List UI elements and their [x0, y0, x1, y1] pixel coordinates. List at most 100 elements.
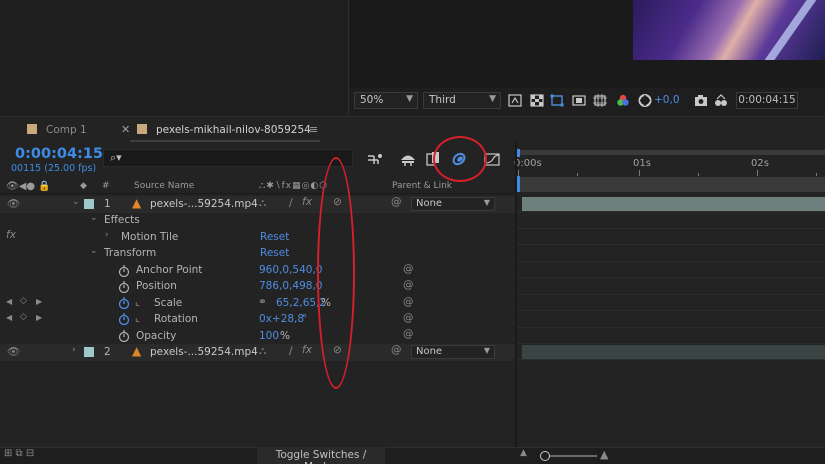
footer-panel-toggle-icons[interactable]: ⊞ ⧉ ⊟ — [4, 448, 34, 459]
property-unit: % — [280, 330, 290, 342]
pickwhip-icon[interactable]: @ — [391, 344, 402, 356]
stopwatch-icon[interactable] — [118, 330, 130, 342]
pickwhip-icon[interactable]: @ — [403, 296, 414, 308]
tab-comp-1[interactable]: Comp 1 — [46, 124, 87, 136]
zoom-in-icon[interactable]: ▲ — [600, 448, 608, 461]
prev-keyframe-icon[interactable]: ◀ — [6, 313, 12, 322]
viewer-toolbar: 50% ▼ Third ▼ +0,0 0:00:04:15 — [350, 88, 825, 114]
constrain-proportions-icon[interactable]: ⚭ — [258, 296, 267, 308]
transparency-grid-icon[interactable] — [530, 94, 544, 107]
zoom-out-icon[interactable]: ▲ — [520, 448, 527, 458]
footage-icon: ▲ — [132, 344, 142, 358]
ruler-tick — [639, 170, 640, 176]
close-icon[interactable]: ✕ — [121, 123, 130, 136]
search-icon: ⌕▾ — [110, 151, 122, 164]
layer-label-color[interactable] — [84, 199, 94, 209]
mask-visibility-icon[interactable] — [550, 94, 564, 107]
reset-link[interactable]: Reset — [260, 247, 289, 259]
shy-switch-icon[interactable]: ⛬ — [259, 197, 266, 210]
quality-switch-icon[interactable]: ∕ — [289, 197, 293, 209]
tab-active-comp[interactable]: pexels-mikhail-nilov-8059254 — [156, 124, 311, 136]
hamburger-menu-icon[interactable]: ≡ — [309, 123, 318, 136]
timeline-zoom-knob[interactable] — [540, 451, 550, 461]
chevron-down-icon: ▼ — [489, 94, 496, 104]
zoom-dropdown[interactable]: 50% ▼ — [354, 92, 418, 109]
timeline-grid-line — [517, 327, 825, 328]
ruler-tick — [757, 170, 758, 176]
region-of-interest-icon[interactable] — [572, 94, 586, 107]
property-value[interactable]: 960,0,540,0 — [259, 264, 322, 276]
effect-switch-icon[interactable]: fx — [302, 344, 312, 356]
add-keyframe-icon[interactable]: ◇ — [20, 296, 27, 306]
reset-link[interactable]: Reset — [260, 231, 289, 243]
eye-icon[interactable]: 👁 — [7, 197, 20, 210]
layer-label-color[interactable] — [84, 347, 94, 357]
viewer-panel-left — [0, 0, 349, 116]
resolution-dropdown[interactable]: Third ▼ — [423, 92, 501, 109]
time-navigator[interactable] — [517, 150, 825, 155]
exposure-value[interactable]: +0,0 — [654, 94, 680, 106]
shy-switch-icon[interactable]: ⛬ — [259, 345, 266, 358]
label-icon[interactable]: ◆ — [80, 181, 87, 191]
chevron-down-icon[interactable]: ⌄ — [90, 213, 98, 223]
stopwatch-icon[interactable] — [118, 281, 130, 293]
fast-previews-icon[interactable] — [508, 94, 522, 107]
effect-switch-icon[interactable]: fx — [302, 196, 312, 208]
snapshot-camera-icon[interactable] — [694, 94, 708, 107]
chevron-down-icon[interactable]: ⌄ — [72, 197, 80, 207]
chevron-right-icon[interactable]: › — [105, 230, 109, 240]
pickwhip-icon[interactable]: @ — [391, 196, 402, 208]
work-area-bar[interactable] — [517, 177, 825, 192]
pickwhip-icon[interactable]: @ — [403, 328, 414, 340]
parent-dropdown[interactable]: None ▼ — [411, 197, 495, 211]
property-unit: ° — [302, 313, 308, 325]
layer-number-header: # — [102, 181, 110, 191]
transform-group-label[interactable]: Transform — [104, 247, 156, 259]
effects-group-label[interactable]: Effects — [104, 214, 140, 226]
layer-duration-bar[interactable] — [522, 345, 825, 359]
shy-layers-icon[interactable] — [399, 151, 417, 167]
layer-name[interactable]: pexels-...59254.mp4 — [150, 198, 258, 210]
timeline-zoom-slider[interactable] — [542, 455, 597, 457]
toggle-switches-modes-button[interactable]: Toggle Switches / Modes — [257, 447, 385, 464]
ruler-tick — [698, 173, 699, 176]
comp-label-swatch — [27, 124, 37, 134]
chevron-right-icon[interactable]: › — [72, 345, 76, 355]
property-value[interactable]: 100 — [259, 330, 279, 342]
pickwhip-icon[interactable]: @ — [403, 263, 414, 275]
layer-search-input[interactable] — [103, 149, 353, 167]
stopwatch-active-icon[interactable] — [118, 313, 130, 325]
parent-link-header[interactable]: Parent & Link — [392, 181, 452, 191]
property-value[interactable]: 0x+28,8 — [259, 313, 304, 325]
quality-switch-icon[interactable]: ∕ — [289, 345, 293, 357]
property-value[interactable]: 786,0,498,0 — [259, 280, 322, 292]
graph-icon[interactable]: ⌞ — [135, 296, 140, 308]
layer-name[interactable]: pexels-...59254.mp4 — [150, 346, 258, 358]
timeline-grid-line — [517, 310, 825, 311]
show-snapshot-icon[interactable] — [714, 94, 728, 107]
prev-keyframe-icon[interactable]: ◀ — [6, 297, 12, 306]
pickwhip-icon[interactable]: @ — [403, 279, 414, 291]
stopwatch-icon[interactable] — [118, 265, 130, 277]
stopwatch-active-icon[interactable] — [118, 297, 130, 309]
viewer-timecode[interactable]: 0:00:04:15 — [736, 92, 798, 109]
layer-index: 1 — [104, 198, 111, 210]
next-keyframe-icon[interactable]: ▶ — [36, 297, 42, 306]
color-channels-icon[interactable] — [616, 94, 630, 107]
current-time-display[interactable]: 0:00:04:15 — [15, 146, 103, 162]
add-keyframe-icon[interactable]: ◇ — [20, 312, 27, 322]
color-management-icon[interactable] — [638, 94, 652, 107]
fx-icon: fx — [6, 229, 16, 241]
pickwhip-icon[interactable]: @ — [403, 312, 414, 324]
chevron-down-icon[interactable]: ⌄ — [90, 246, 98, 256]
grid-guides-icon[interactable] — [593, 94, 607, 107]
parent-dropdown[interactable]: None ▼ — [411, 345, 495, 359]
source-name-header[interactable]: Source Name — [134, 181, 194, 191]
composition-mini-flowchart-icon[interactable] — [366, 151, 384, 167]
motion-tile-effect[interactable]: Motion Tile — [121, 231, 178, 243]
layer-duration-bar[interactable] — [522, 197, 825, 211]
next-keyframe-icon[interactable]: ▶ — [36, 313, 42, 322]
eye-icon[interactable]: 👁 — [7, 345, 20, 358]
graph-icon[interactable]: ⌞ — [135, 312, 140, 324]
pane-divider[interactable] — [515, 142, 517, 447]
